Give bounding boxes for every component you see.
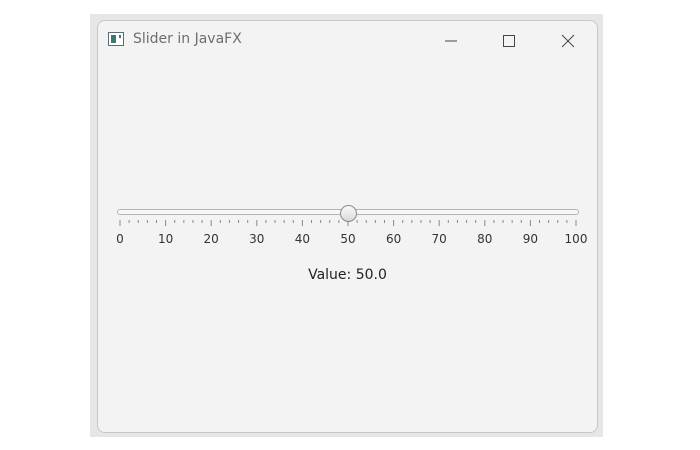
slider-thumb[interactable] [339,205,357,222]
tick-label: 90 [523,232,538,246]
tick-label: 50 [340,232,355,246]
tick-label: 20 [204,232,219,246]
tick-label: 40 [295,232,310,246]
tick-label: 10 [158,232,173,246]
value-label: Value: 50.0 [308,267,387,283]
tick-label: 70 [432,232,447,246]
tick-label: 30 [249,232,264,246]
tick-label: 60 [386,232,401,246]
tick-label: 0 [116,232,124,246]
slider[interactable]: 0 10 20 30 40 50 60 70 80 90 100 [98,21,597,432]
app-window: Slider in JavaFX 0 10 20 30 40 50 60 70 80 90 100 … [97,20,598,433]
tick-label: 80 [477,232,492,246]
slider-ticks: 0 10 20 30 40 50 60 70 80 90 100 [116,220,588,246]
tick-label: 100 [565,232,588,246]
